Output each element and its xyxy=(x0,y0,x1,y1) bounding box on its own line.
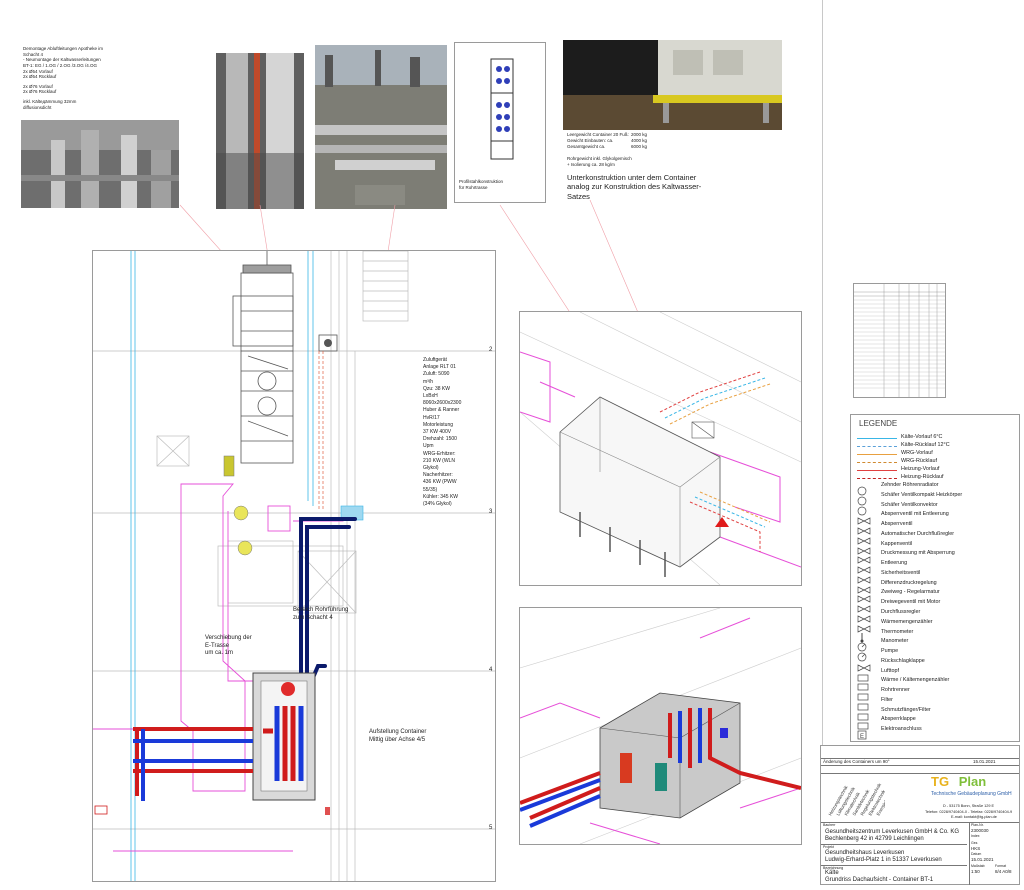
schedule-table xyxy=(853,283,946,398)
grid-number-2: 2 xyxy=(489,347,493,353)
change-date: 15.01.2021 xyxy=(973,759,996,764)
grid-number-3: 3 xyxy=(489,509,493,515)
rlt-unit-label: Zuluftgerät Anlage RLT 01 Zuluft: 5090 m³/… xyxy=(423,357,462,508)
field-plan-nr: 2300030 xyxy=(971,828,989,833)
legend-symbol-label: Durchflussregler xyxy=(881,609,921,615)
legend-symbol-label: Thermometer xyxy=(881,628,914,635)
svg-text:E: E xyxy=(860,734,864,740)
services-list: Heizungstechnik Lüftungstechnik Klimatechn… xyxy=(825,776,898,817)
legend-symbol-label: Rohrtrenner xyxy=(881,687,910,694)
legend-line-label: Kälte-Rücklauf 12°C xyxy=(901,442,950,448)
company-address: D - 53175 Bonn, Straße 129 E xyxy=(943,804,995,808)
field-plan-nr-label: Plan-Nr. xyxy=(971,823,984,827)
floor-plan: 2 3 4 5 Zuluftgerät Anlage RLT 01 Zuluft: … xyxy=(92,250,496,882)
legend-symbol-label: Absperrventil xyxy=(881,521,913,528)
e-box-icon: E xyxy=(857,727,871,740)
legend-line-swatch xyxy=(857,454,897,455)
legend-symbol-label: Dreiwegeventil mit Motor xyxy=(881,599,941,606)
legend-symbol-label: Druckmessung mit Absperrung xyxy=(881,550,955,557)
legend-line-label: Heizung-Vorlauf xyxy=(901,466,940,472)
legend-symbol-label: Kappenventil xyxy=(881,540,913,547)
field-massstab: 1:50 xyxy=(971,869,980,874)
legend-symbol-label: Wärme / Kältemengenzähler xyxy=(881,677,950,684)
legend-symbol-label: Absperrventil mit Entleerung xyxy=(881,511,949,518)
legend-symbol-label: Differenzdruckregelung xyxy=(881,579,937,586)
legend-symbol-label: Manometer xyxy=(881,638,909,645)
projekt-name: Gesundheitshaus Leverkusen xyxy=(825,850,905,856)
legend-symbol-label: Zweiweg - Regelarmatur xyxy=(881,589,940,596)
projekt-label: Projekt xyxy=(823,845,834,849)
legend-line-label: WRG-Rücklauf xyxy=(901,458,937,464)
verschiebung-label: Verschiebung der E-Trasse um ca. 1m xyxy=(205,635,252,656)
legend-symbol-label: Filter xyxy=(881,696,893,703)
iso-view-bottom xyxy=(519,607,802,845)
grid-number-4: 4 xyxy=(489,667,493,673)
bauherr-label: Bauherr xyxy=(823,823,836,827)
legend-symbol-label: Absperrklappe xyxy=(881,716,916,723)
legend-symbol-label: Pumpe xyxy=(881,648,899,655)
field-datum: 15.01.2021 xyxy=(971,857,994,862)
company-logo: TG Plan xyxy=(931,774,987,789)
field-format: 8/4 A0/8 xyxy=(995,869,1012,874)
legend-line-swatch xyxy=(857,478,897,479)
legend-symbol-label: Rückschlagklappe xyxy=(881,657,925,664)
field-gez: HKS xyxy=(971,846,981,851)
legend-line-label: WRG-Vorlauf xyxy=(901,450,933,456)
plan-title: Grundriss Dachaufsicht - Container BT-1 xyxy=(825,877,934,883)
legend-line-swatch xyxy=(857,438,897,439)
legend-title: LEGENDE xyxy=(859,419,898,428)
legend-line-swatch xyxy=(857,470,897,471)
legend-panel: LEGENDE Kälte-Vorlauf 6°C Kälte-Rücklauf … xyxy=(850,414,1020,742)
legend-symbol-label: Entleerung xyxy=(881,560,908,567)
legend-symbol-label: Schäfer Ventilkonvektor xyxy=(881,501,938,508)
change-row: Änderung des Containers um 90° xyxy=(823,759,890,764)
company-subtitle: Technische Gebäudeplanung GmbH xyxy=(931,791,1012,797)
field-format-label: Format xyxy=(995,864,1007,868)
projekt-address: Ludwig-Erhard-Platz 1 in 51337 Leverkuse… xyxy=(825,857,942,863)
bauherr-name: Gesundheitszentrum Leverkusen GmbH & Co.… xyxy=(825,829,960,835)
bauherr-address: Bechlenberg 42 in 42799 Leichlingen xyxy=(825,836,924,842)
sheet-border-right xyxy=(822,0,823,745)
bereich-label: Bereich Rohrführung zum Schacht 4 xyxy=(293,607,349,621)
aufstellung-label: Aufstellung Container Mittig über Achse 4… xyxy=(369,729,427,743)
legend-line-label: Kälte-Vorlauf 6°C xyxy=(901,434,943,440)
company-email: E-mail: kontakt@tg-plan.de xyxy=(951,815,997,819)
legend-symbol-label: Schäfer Ventilkompakt Heizkörper xyxy=(881,491,963,498)
legend-line-swatch xyxy=(857,462,897,463)
iso-view-top xyxy=(519,311,802,586)
legend-symbol-label: Schmutzfänger/Filter xyxy=(881,706,931,713)
legend-symbol-item: E Elektroanschluss xyxy=(857,725,1017,740)
title-block: Änderung des Containers um 90° 15.01.202… xyxy=(820,745,1020,885)
legend-symbol-label: Elektroanschluss xyxy=(881,726,922,733)
legend-line-label: Heizung-Rücklauf xyxy=(901,474,944,480)
field-datum-label: Datum xyxy=(971,852,982,856)
legend-line-swatch xyxy=(857,446,897,447)
field-massstab-label: Maßstab xyxy=(971,864,985,868)
legend-symbol-label: Zehnder Röhrenradiator xyxy=(881,482,939,488)
legend-symbol-label: Lufttopf xyxy=(881,667,899,674)
legend-symbol-label: Wärmemengenzähler xyxy=(881,618,933,625)
field-index-label: Index xyxy=(971,834,980,838)
legend-symbol-label: Sicherheitsventil xyxy=(881,569,921,576)
legend-symbol-label: Automatischer Durchflußregler xyxy=(881,530,955,537)
gewerk: Kälte xyxy=(825,870,839,876)
grid-number-5: 5 xyxy=(489,825,493,831)
field-gez-label: Gez. xyxy=(971,841,979,845)
